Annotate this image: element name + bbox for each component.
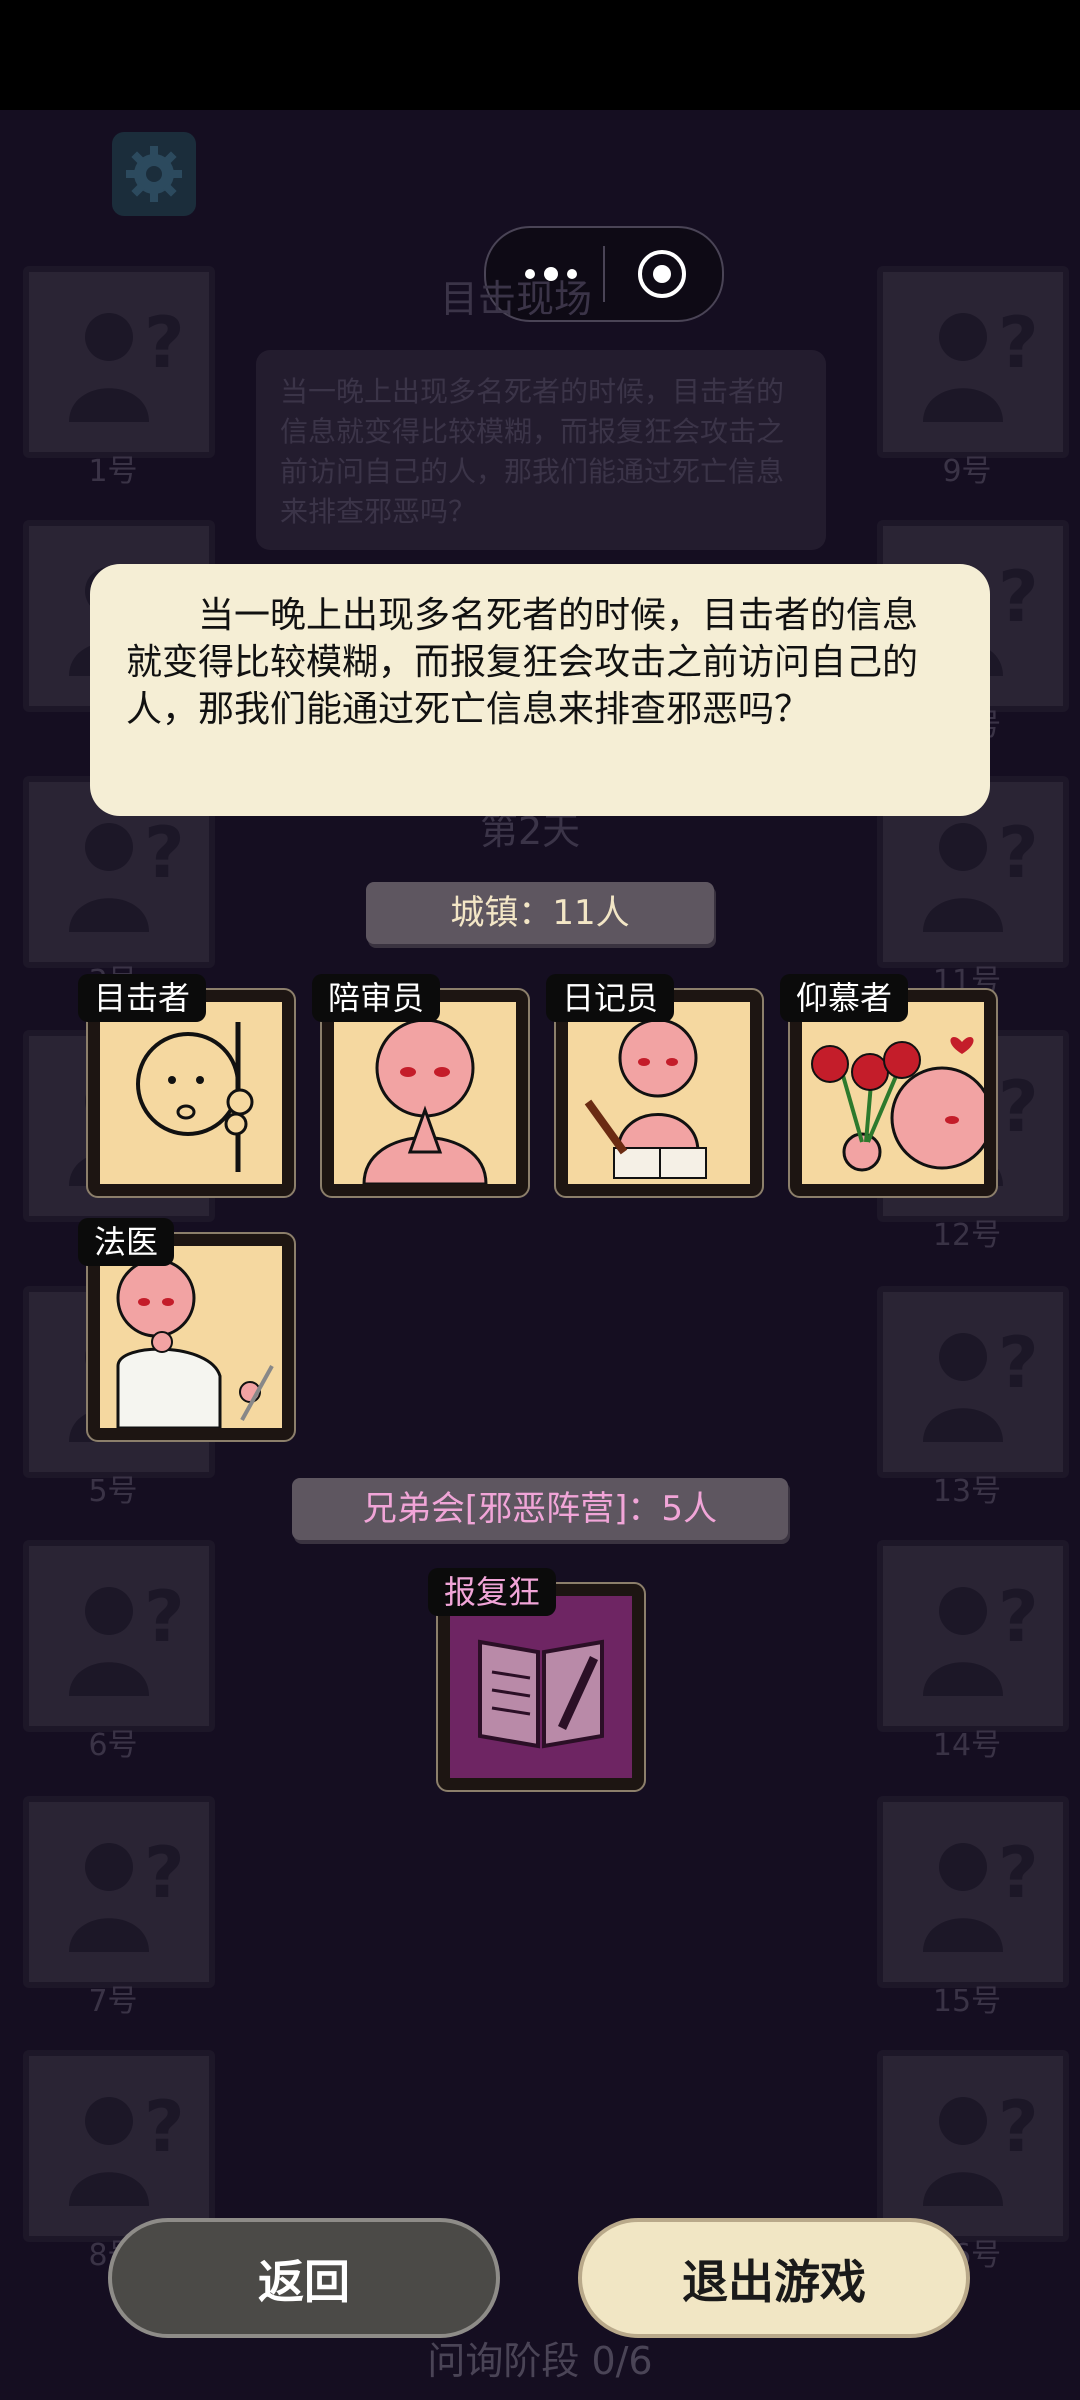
settings-button[interactable] — [112, 132, 196, 216]
unknown-player-icon: ? — [69, 812, 185, 932]
unknown-player-icon: ? — [923, 1322, 1039, 1442]
slot-number: 7号 — [88, 1984, 138, 2019]
writing-book-icon — [584, 1018, 707, 1179]
role-tag: 法医 — [78, 1218, 175, 1266]
role-tag: 目击者 — [78, 974, 207, 1022]
quit-game-button[interactable]: 退出游戏 — [578, 2218, 970, 2338]
book-knife-icon — [478, 1639, 604, 1749]
role-tag: 仰慕者 — [780, 974, 909, 1022]
roses-icon — [811, 1037, 984, 1172]
player-slot-7[interactable]: ? 7号 — [8, 1796, 218, 2019]
svg-text:?: ? — [998, 2086, 1039, 2168]
player-slot-6[interactable]: ? 6号 — [8, 1540, 218, 1763]
unknown-player-icon: ? — [923, 1832, 1039, 1952]
unknown-player-icon: ? — [923, 302, 1039, 422]
close-target-icon[interactable] — [636, 248, 688, 300]
role-card-diarist[interactable]: 日记员 — [546, 974, 764, 1198]
slot-number: 5号 — [88, 1474, 138, 1509]
svg-text:?: ? — [998, 302, 1039, 384]
slot-number: 1号 — [88, 454, 138, 489]
unknown-player-icon: ? — [923, 812, 1039, 932]
status-bar — [0, 0, 1080, 110]
role-tag: 陪审员 — [312, 974, 441, 1022]
gear-icon — [126, 146, 182, 202]
town-banner: 城镇：11人 — [366, 882, 714, 944]
svg-text:?: ? — [144, 1832, 185, 1914]
unknown-player-icon: ? — [923, 1576, 1039, 1696]
slot-number: 12号 — [932, 1218, 1002, 1253]
praying-hands-icon — [362, 1018, 488, 1184]
svg-text:?: ? — [998, 1322, 1039, 1404]
svg-text:?: ? — [998, 556, 1039, 638]
player-slot-16[interactable]: ? 16号 — [862, 2050, 1072, 2273]
svg-text:?: ? — [998, 1066, 1039, 1148]
slot-number: 14号 — [932, 1728, 1002, 1763]
svg-text:?: ? — [144, 302, 185, 384]
player-slot-13[interactable]: ? 13号 — [862, 1286, 1072, 1509]
phase-label: 问询阶段 0/6 — [427, 2339, 653, 2383]
player-slot-14[interactable]: ? 14号 — [862, 1540, 1072, 1763]
slot-number: 15号 — [932, 1984, 1002, 2019]
player-slot-15[interactable]: ? 15号 — [862, 1796, 1072, 2019]
peeking-face-icon — [136, 1022, 254, 1172]
back-button[interactable]: 返回 — [108, 2218, 500, 2338]
unknown-player-icon: ? — [69, 1576, 185, 1696]
unknown-player-icon: ? — [923, 2086, 1039, 2206]
unknown-player-icon: ? — [69, 1832, 185, 1952]
role-card-avenger[interactable]: 报复狂 — [428, 1568, 646, 1792]
svg-text:?: ? — [144, 2086, 185, 2168]
player-slot-9[interactable]: ? 9号 — [862, 266, 1072, 489]
svg-text:?: ? — [144, 812, 185, 894]
slot-number: 6号 — [88, 1728, 138, 1763]
player-slot-1[interactable]: ? 1号 — [8, 266, 218, 489]
slot-number: 13号 — [932, 1474, 1002, 1509]
evil-banner: 兄弟会[邪恶阵营]：5人 — [292, 1478, 788, 1540]
player-slot-8[interactable]: ? 8号 — [8, 2050, 218, 2273]
role-card-admirer[interactable]: 仰慕者 — [780, 974, 998, 1198]
svg-text:?: ? — [998, 1576, 1039, 1658]
role-card-coroner[interactable]: 法医 — [78, 1218, 296, 1442]
role-card-juror[interactable]: 陪审员 — [312, 974, 530, 1198]
dialog-bubble: 当一晚上出现多名死者的时候，目击者的信息就变得比较模糊，而报复狂会攻击之前访问自… — [90, 564, 990, 816]
unknown-player-icon: ? — [69, 302, 185, 422]
svg-text:?: ? — [998, 812, 1039, 894]
unknown-player-icon: ? — [69, 2086, 185, 2206]
role-card-witness[interactable]: 目击者 — [78, 974, 296, 1198]
role-tag: 报复狂 — [428, 1568, 557, 1616]
scene-description: 当一晚上出现多名死者的时候，目击者的信息就变得比较模糊，而报复狂会攻击之前访问自… — [256, 350, 826, 550]
doctor-icon — [116, 1258, 274, 1428]
role-tag: 日记员 — [546, 974, 675, 1022]
scene-title: 目击现场 — [440, 277, 593, 321]
slot-number: 9号 — [942, 454, 992, 489]
svg-text:?: ? — [998, 1832, 1039, 1914]
svg-text:?: ? — [144, 1576, 185, 1658]
